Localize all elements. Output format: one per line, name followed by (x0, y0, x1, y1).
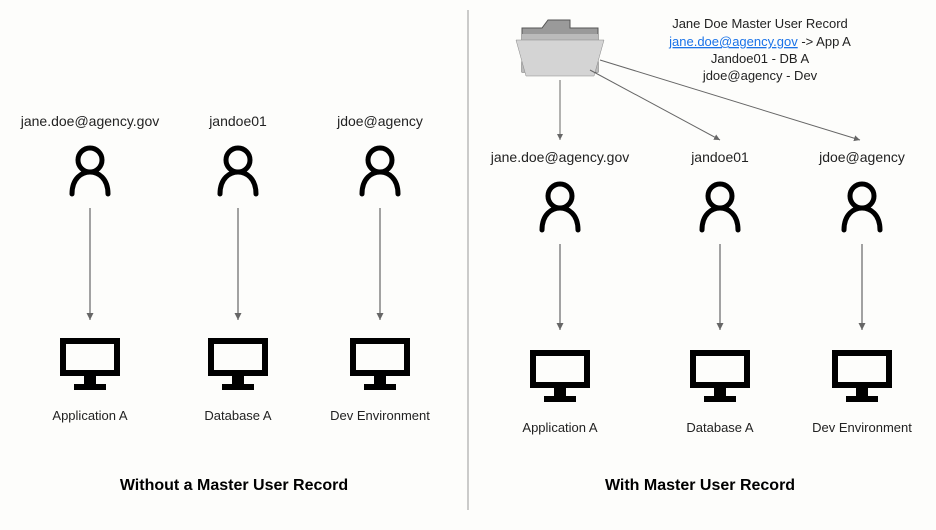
monitor-icon (60, 338, 120, 390)
column: jandoe01 Database A (686, 149, 754, 435)
column: jdoe@agency Dev Environment (330, 113, 430, 423)
user-id-label: jdoe@agency (336, 113, 423, 129)
user-icon (702, 184, 738, 230)
monitor-icon (530, 350, 590, 402)
user-id-label: jane.doe@agency.gov (20, 113, 160, 129)
user-id-label: jdoe@agency (818, 149, 905, 165)
record-mapping: jdoe@agency - Dev (702, 68, 818, 83)
folder-icon (516, 20, 604, 76)
user-id-label: jandoe01 (690, 149, 749, 165)
column: jandoe01 Database A (204, 113, 272, 423)
monitor-icon (350, 338, 410, 390)
record-link[interactable]: jane.doe@agency.gov (668, 34, 798, 49)
system-label: Database A (204, 408, 272, 423)
system-label: Application A (522, 420, 597, 435)
column: jane.doe@agency.gov Application A (490, 149, 630, 435)
column: jdoe@agency Dev Environment (812, 149, 912, 435)
user-icon (362, 148, 398, 194)
monitor-icon (208, 338, 268, 390)
system-label: Database A (686, 420, 754, 435)
record-title: Jane Doe Master User Record (672, 16, 848, 31)
user-icon (844, 184, 880, 230)
user-icon (542, 184, 578, 230)
caption-right: With Master User Record (605, 477, 795, 494)
left-panel: jane.doe@agency.gov Application A jandoe… (20, 113, 430, 494)
folder-arrow (590, 70, 720, 140)
record-mapping: jane.doe@agency.gov -> App A (668, 34, 851, 49)
user-id-label: jandoe01 (208, 113, 267, 129)
monitor-icon (832, 350, 892, 402)
system-label: Dev Environment (812, 420, 912, 435)
user-id-label: jane.doe@agency.gov (490, 149, 630, 165)
column: jane.doe@agency.gov Application A (20, 113, 160, 423)
record-mapping: Jandoe01 - DB A (711, 51, 810, 66)
system-label: Dev Environment (330, 408, 430, 423)
system-label: Application A (52, 408, 127, 423)
user-icon (72, 148, 108, 194)
user-icon (220, 148, 256, 194)
caption-left: Without a Master User Record (120, 477, 348, 494)
monitor-icon (690, 350, 750, 402)
right-panel: Jane Doe Master User Record jane.doe@age… (490, 16, 912, 494)
